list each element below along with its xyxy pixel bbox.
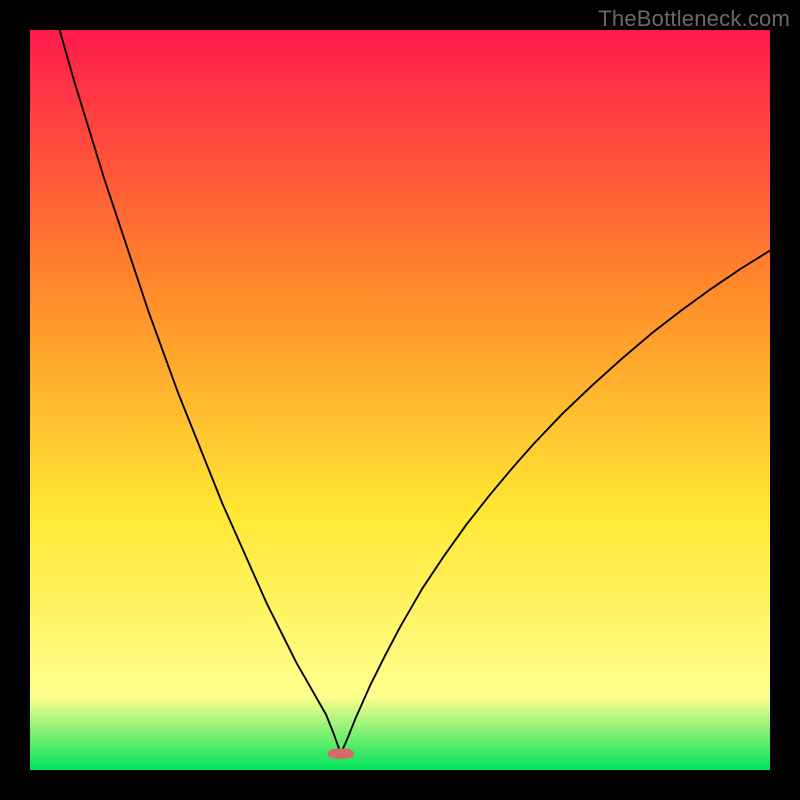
chart-container: TheBottleneck.com — [0, 0, 800, 800]
bottleneck-chart — [30, 30, 770, 770]
gradient-background — [30, 30, 770, 770]
watermark-text: TheBottleneck.com — [598, 6, 790, 32]
vertex-marker — [327, 749, 354, 759]
